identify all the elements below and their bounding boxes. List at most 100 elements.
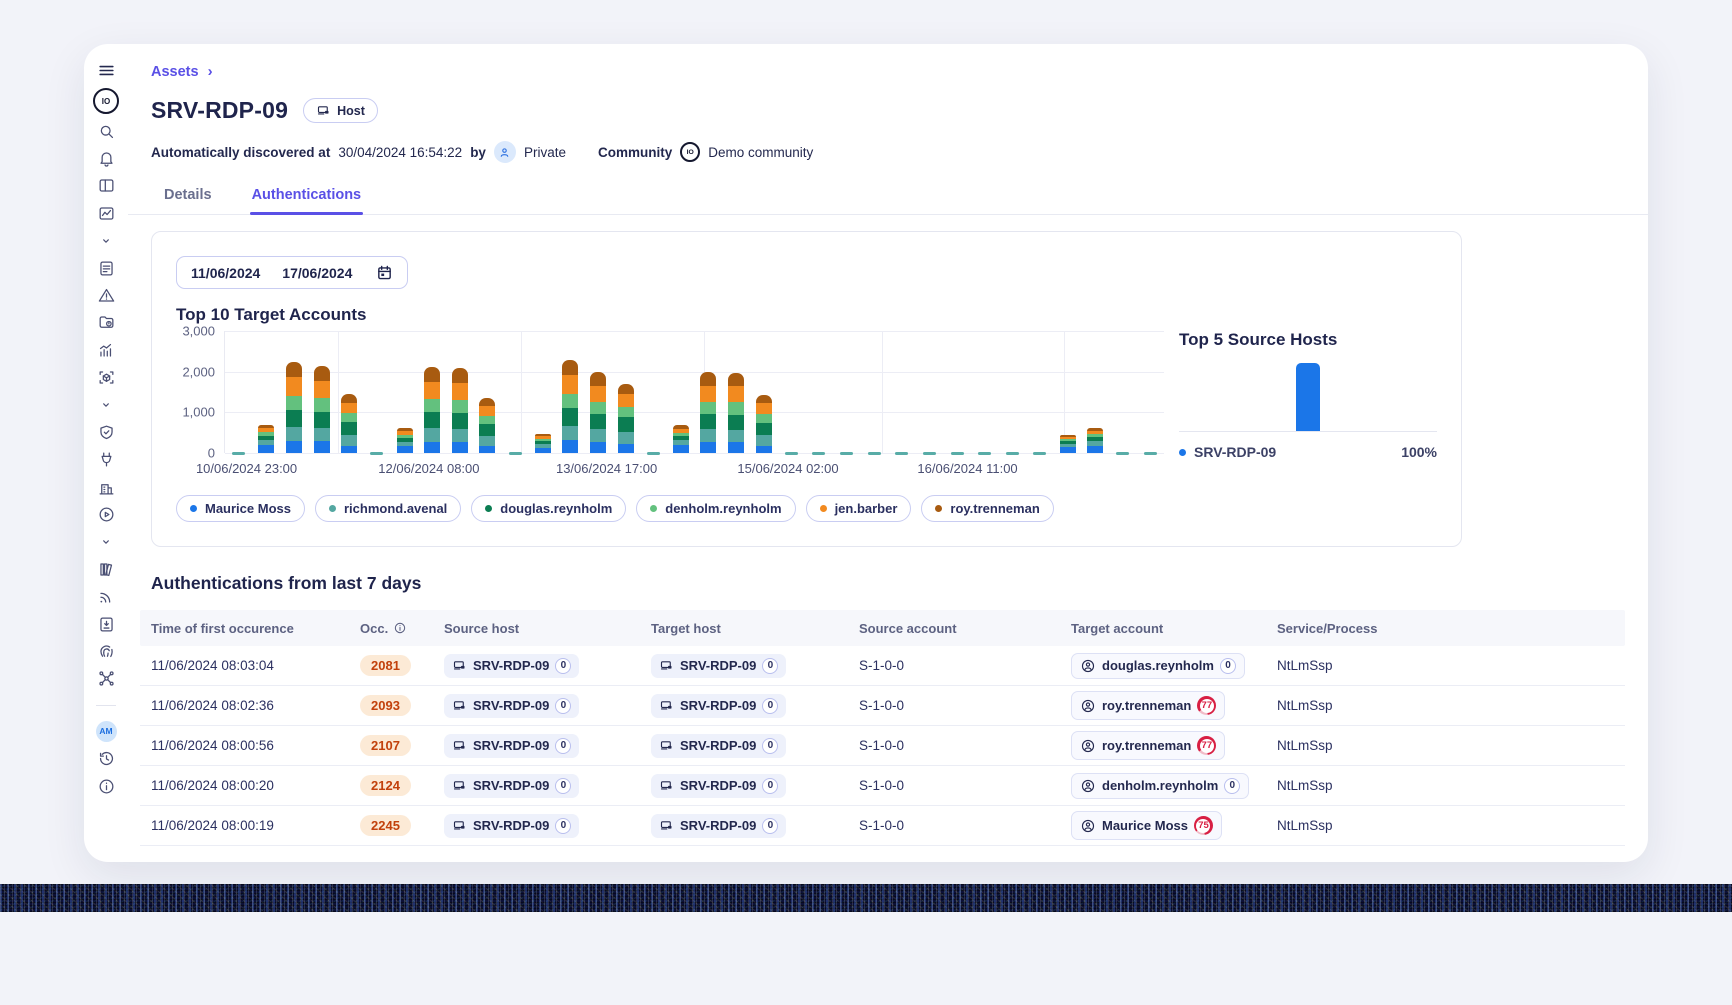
source-host-chip[interactable]: SRV-RDP-090 (444, 654, 579, 678)
source-hosts-legend: SRV-RDP-09 100% (1179, 444, 1437, 460)
legend-pill[interactable]: denholm.reynholm (636, 495, 795, 522)
bar-segment (618, 384, 634, 394)
warning-icon[interactable] (84, 282, 128, 309)
stacked-bar[interactable] (673, 425, 689, 453)
info-icon[interactable] (393, 621, 407, 635)
network-icon[interactable] (84, 665, 128, 692)
legend-pill[interactable]: douglas.reynholm (471, 495, 626, 522)
stacked-bar[interactable] (590, 372, 606, 453)
source-host-chip[interactable]: SRV-RDP-090 (444, 734, 579, 758)
legend-pill[interactable]: Maurice Moss (176, 495, 305, 522)
columns-icon[interactable] (84, 172, 128, 199)
stacked-bar[interactable] (424, 367, 440, 453)
legend-pill[interactable]: roy.trenneman (921, 495, 1053, 522)
tab-details[interactable]: Details (162, 178, 214, 214)
target-account-chip[interactable]: Maurice Moss75 (1071, 811, 1222, 840)
time-slot (1081, 428, 1109, 453)
bar-segment (424, 412, 440, 428)
target-account-chip[interactable]: douglas.reynholm0 (1071, 653, 1245, 679)
chevron-down-icon[interactable] (84, 227, 128, 254)
date-range-picker[interactable]: 11/06/2024 17/06/2024 (176, 256, 408, 289)
stacked-bar[interactable] (1060, 435, 1076, 453)
host-name: SRV-RDP-09 (473, 698, 549, 713)
legend-pill[interactable]: richmond.avenal (315, 495, 461, 522)
cube-scan-icon[interactable] (84, 364, 128, 391)
stacked-bar[interactable] (314, 366, 330, 453)
chevron-down-icon[interactable] (84, 391, 128, 418)
stacked-bar[interactable] (562, 360, 578, 453)
tab-authentications[interactable]: Authentications (250, 178, 364, 214)
doc-download-icon[interactable] (84, 610, 128, 637)
chevron-down-icon[interactable] (84, 528, 128, 555)
info-icon[interactable] (84, 772, 128, 799)
app-logo-icon[interactable]: IO (93, 88, 119, 114)
stacked-bar[interactable] (535, 434, 551, 454)
menu-icon[interactable] (84, 57, 128, 84)
bar-segment (590, 429, 606, 442)
bar-segment (756, 395, 772, 404)
bar-segment (314, 412, 330, 428)
fingerprint-icon[interactable] (84, 638, 128, 665)
legend-pill[interactable]: jen.barber (806, 495, 912, 522)
shield-check-icon[interactable] (84, 419, 128, 446)
target-host-chip[interactable]: SRV-RDP-090 (651, 814, 786, 838)
monitor-chart-icon[interactable] (84, 200, 128, 227)
community-logo-icon: IO (680, 142, 700, 162)
building-icon[interactable] (84, 473, 128, 500)
count-badge: 0 (555, 778, 571, 794)
x-tick-label: 15/06/2024 02:00 (737, 461, 838, 476)
target-host-chip[interactable]: SRV-RDP-090 (651, 774, 786, 798)
bar-segment (562, 440, 578, 453)
folder-clock-icon[interactable] (84, 309, 128, 336)
target-account-chip[interactable]: denholm.reynholm0 (1071, 773, 1249, 799)
stacked-bar[interactable] (258, 425, 274, 453)
source-account: S-1-0-0 (859, 778, 1071, 793)
host-name: SRV-RDP-09 (680, 818, 756, 833)
stacked-bar[interactable] (700, 372, 716, 453)
y-tick-label: 0 (208, 446, 215, 461)
date-to[interactable]: 17/06/2024 (282, 265, 352, 281)
source-host-chip[interactable]: SRV-RDP-090 (444, 694, 579, 718)
calendar-icon[interactable] (376, 264, 393, 281)
bar-segment (286, 441, 302, 453)
source-host-chip[interactable]: SRV-RDP-090 (444, 814, 579, 838)
risk-score-ring: 77 (1197, 696, 1216, 715)
bell-icon[interactable] (84, 145, 128, 172)
bar-segment (341, 435, 357, 446)
source-host-bar[interactable] (1296, 363, 1320, 431)
target-host-chip[interactable]: SRV-RDP-090 (651, 654, 786, 678)
x-axis-labels: 10/06/2024 23:0012/06/2024 08:0013/06/20… (224, 461, 1164, 479)
target-host-chip[interactable]: SRV-RDP-090 (651, 734, 786, 758)
stacked-bar[interactable] (1087, 428, 1103, 453)
library-icon[interactable] (84, 556, 128, 583)
stacked-bar[interactable] (756, 395, 772, 453)
history-icon[interactable] (84, 745, 128, 772)
play-circle-icon[interactable] (84, 501, 128, 528)
search-icon[interactable] (84, 117, 128, 144)
bar-segment (618, 394, 634, 407)
account-name: douglas.reynholm (1102, 658, 1214, 673)
target-host-chip[interactable]: SRV-RDP-090 (651, 694, 786, 718)
stacked-bar[interactable] (479, 398, 495, 453)
bar-segment (562, 408, 578, 425)
sidebar-divider (96, 705, 116, 706)
bar-segment (258, 445, 274, 453)
stacked-bar[interactable] (397, 428, 413, 453)
bar-trend-icon[interactable] (84, 337, 128, 364)
date-from[interactable]: 11/06/2024 (191, 265, 260, 281)
plug-icon[interactable] (84, 446, 128, 473)
tabs: Details Authentications (128, 178, 1648, 215)
breadcrumb-assets-link[interactable]: Assets (151, 64, 199, 80)
column-header: Source account (859, 621, 1071, 636)
stacked-bar[interactable] (452, 368, 468, 453)
stacked-bar[interactable] (728, 373, 744, 453)
stacked-bar[interactable] (286, 362, 302, 453)
rss-icon[interactable] (84, 583, 128, 610)
stacked-bar[interactable] (341, 394, 357, 453)
report-icon[interactable] (84, 254, 128, 281)
user-avatar[interactable]: AM (84, 718, 128, 745)
stacked-bar[interactable] (618, 384, 634, 453)
source-host-chip[interactable]: SRV-RDP-090 (444, 774, 579, 798)
target-account-chip[interactable]: roy.trenneman77 (1071, 691, 1225, 720)
target-account-chip[interactable]: roy.trenneman77 (1071, 731, 1225, 760)
